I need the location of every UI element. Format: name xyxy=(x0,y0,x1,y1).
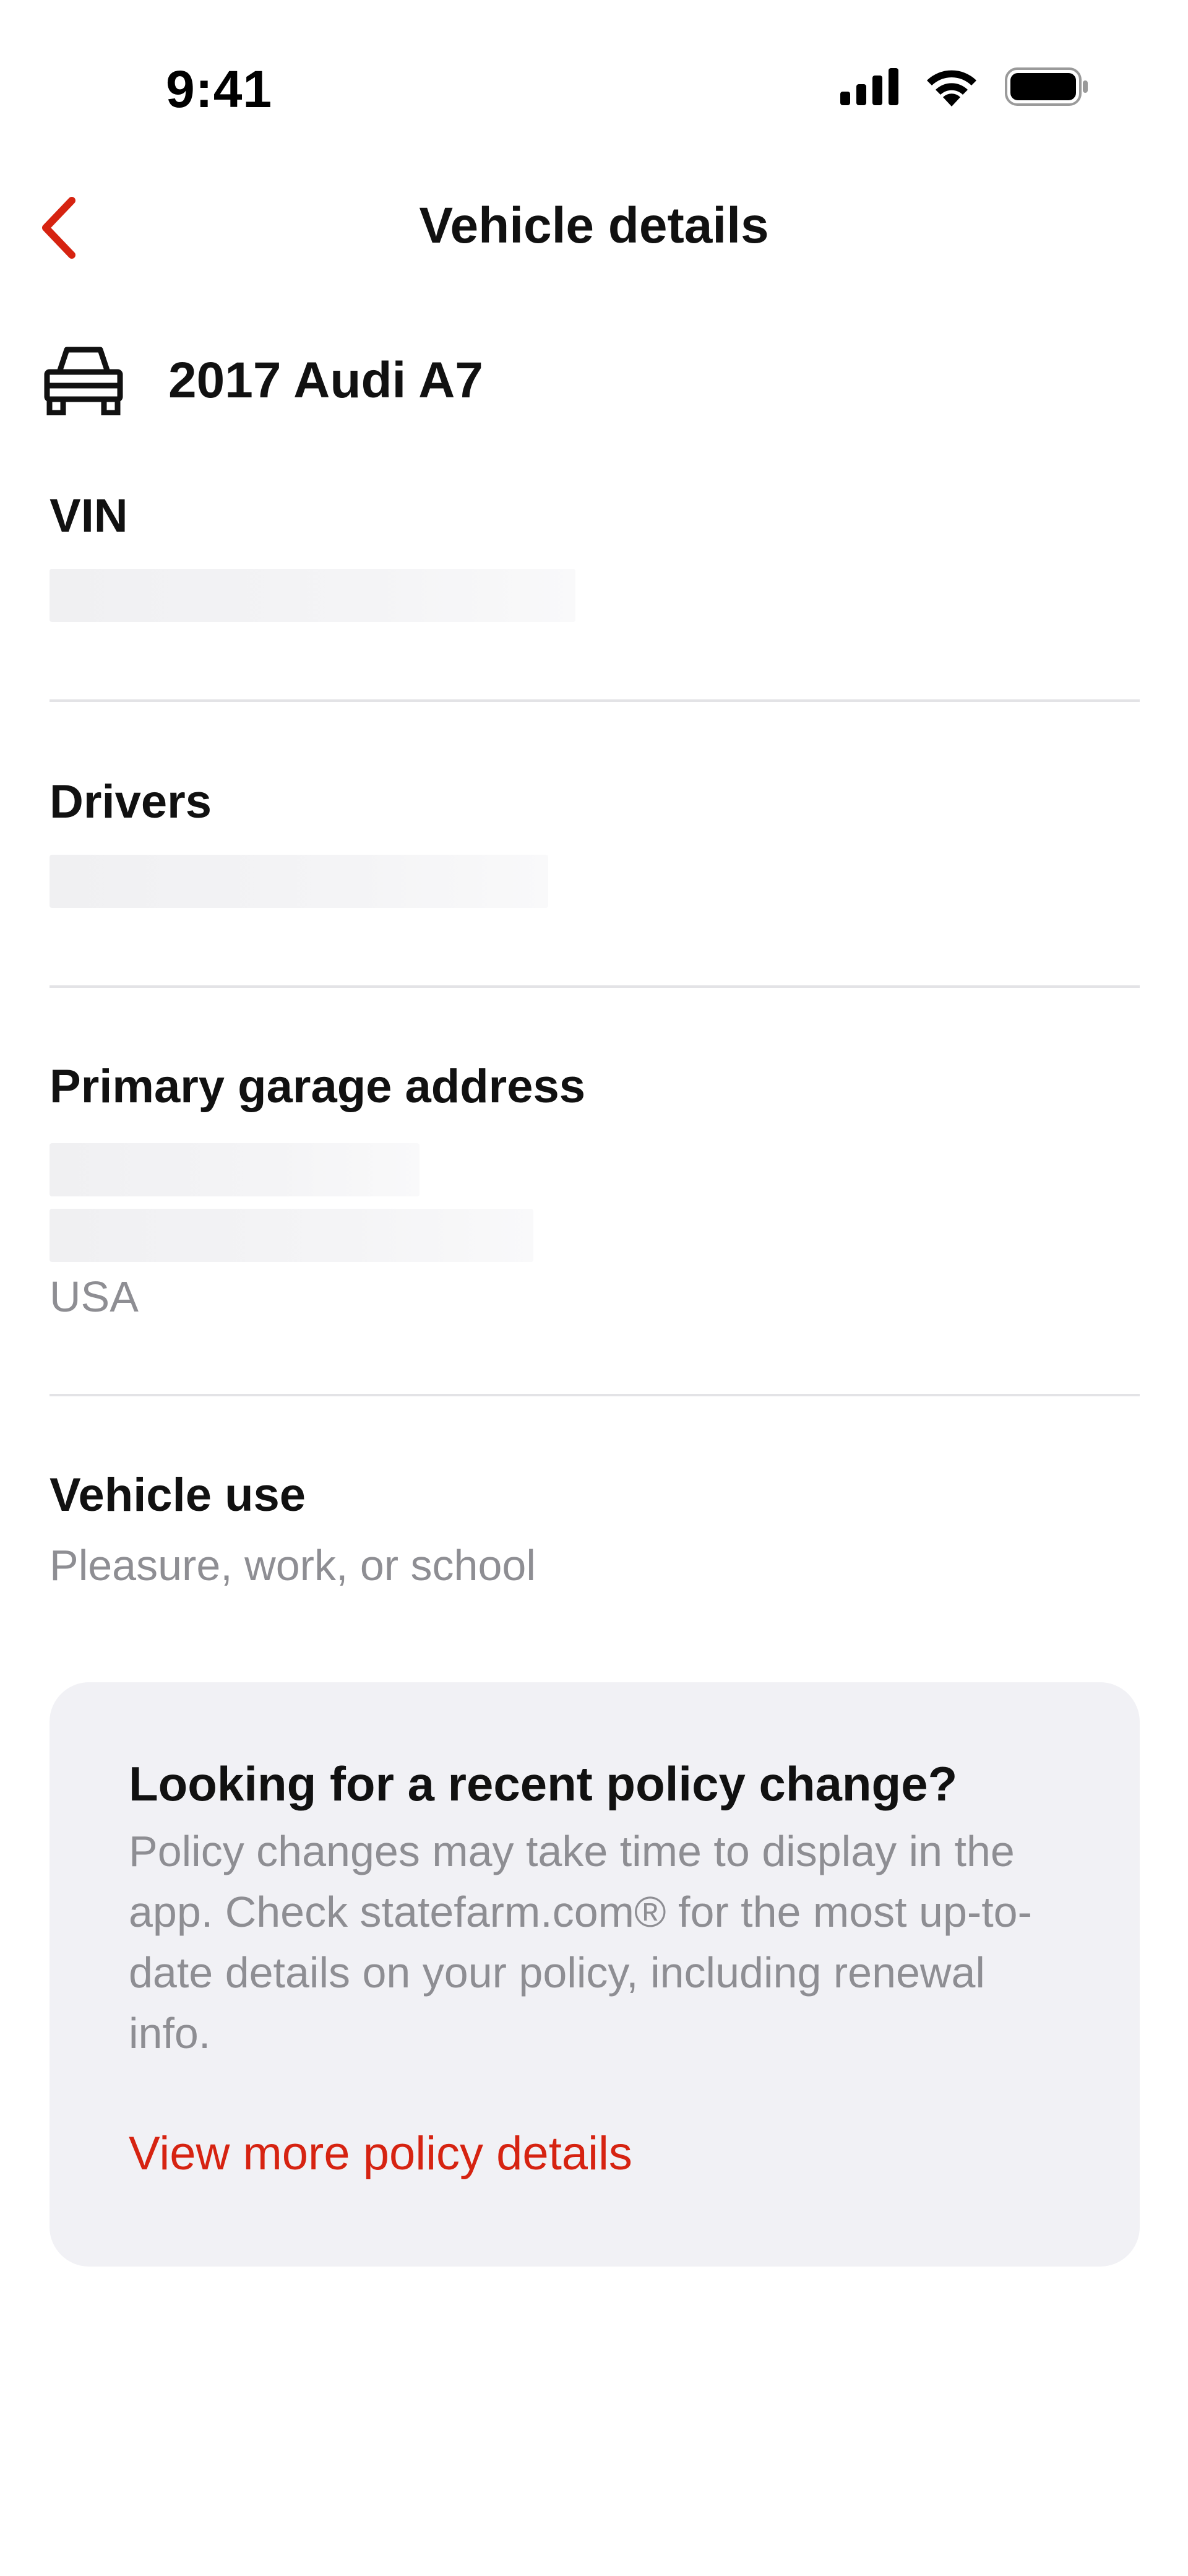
navigation-bar: Vehicle details xyxy=(0,179,1188,279)
vehicle-use-label: Vehicle use xyxy=(50,1469,306,1521)
battery-icon xyxy=(1005,67,1089,109)
vehicle-details-screen: 9:41 Vehicle details 2017 Audi A7 VIN Dr… xyxy=(0,0,1188,2576)
divider xyxy=(50,985,1140,988)
vin-value-redacted xyxy=(50,569,575,623)
drivers-label: Drivers xyxy=(50,776,212,828)
policy-change-card: Looking for a recent policy change? Poli… xyxy=(50,1682,1140,2267)
page-title: Vehicle details xyxy=(419,197,769,254)
garage-address-country: USA xyxy=(50,1273,139,1321)
vin-section: VIN xyxy=(50,489,1138,623)
view-policy-details-link[interactable]: View more policy details xyxy=(129,2127,1061,2181)
policy-change-card-title: Looking for a recent policy change? xyxy=(129,1757,958,1811)
drivers-value-redacted xyxy=(50,855,548,909)
vin-label: VIN xyxy=(50,490,128,542)
garage-address-section: Primary garage address USA xyxy=(50,1060,1138,1323)
garage-address-line1-redacted xyxy=(50,1143,420,1197)
policy-change-card-body: Policy changes may take time to display … xyxy=(129,1826,1032,2057)
car-icon xyxy=(43,344,124,418)
vehicle-header: 2017 Audi A7 xyxy=(43,334,483,427)
garage-address-line2-redacted xyxy=(50,1209,533,1263)
vehicle-name: 2017 Audi A7 xyxy=(168,352,483,408)
status-bar: 9:41 xyxy=(0,0,1188,161)
vehicle-use-value: Pleasure, work, or school xyxy=(50,1541,536,1590)
status-time: 9:41 xyxy=(166,60,273,118)
divider xyxy=(50,699,1140,702)
status-icons xyxy=(840,67,1089,110)
cellular-signal-icon xyxy=(840,68,898,108)
garage-address-label: Primary garage address xyxy=(50,1060,586,1113)
drivers-section: Drivers xyxy=(50,775,1138,909)
vehicle-use-section: Vehicle use Pleasure, work, or school xyxy=(50,1468,1138,1591)
divider xyxy=(50,1394,1140,1396)
wifi-icon xyxy=(924,67,979,110)
